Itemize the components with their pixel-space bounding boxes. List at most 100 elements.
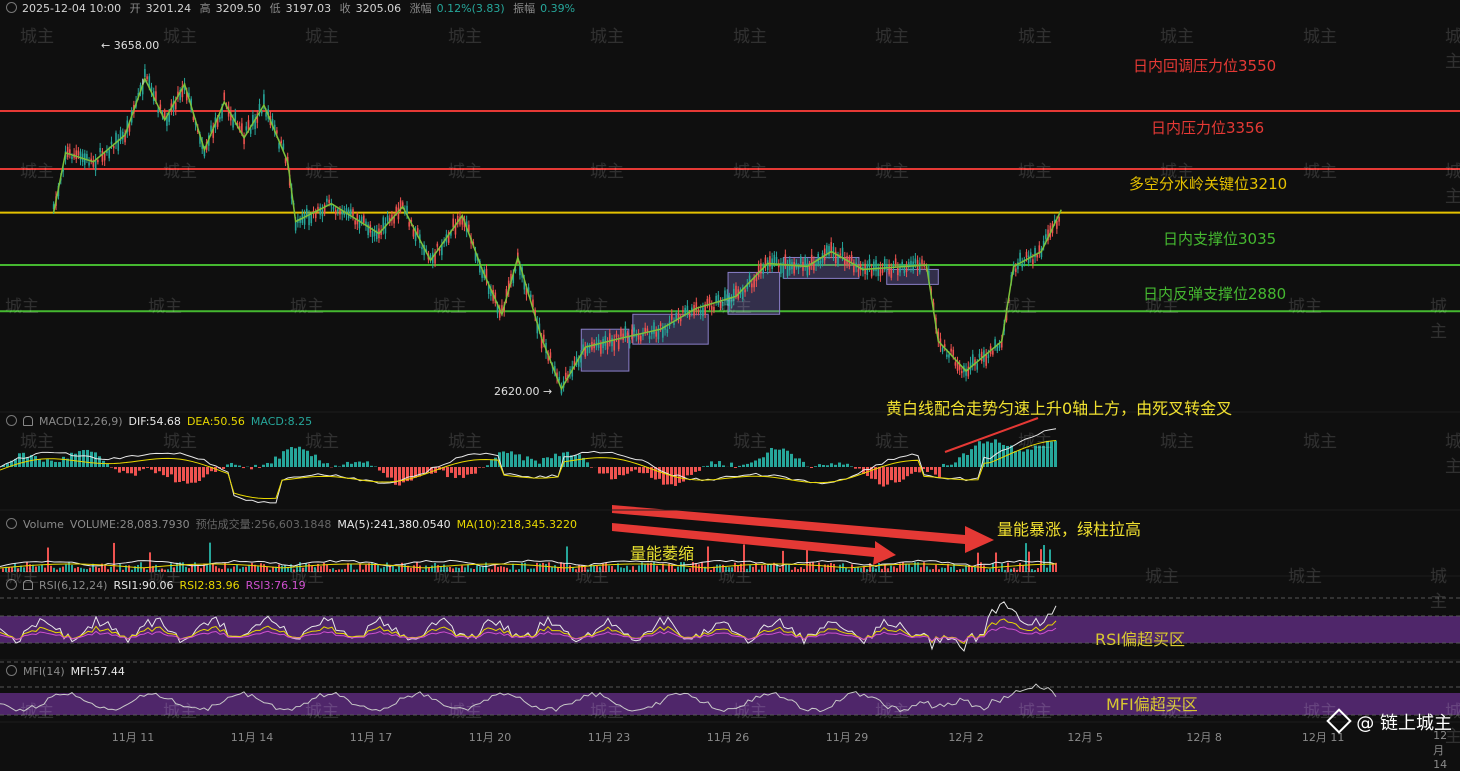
volume-bar bbox=[584, 567, 586, 572]
macd-bar bbox=[1046, 441, 1049, 467]
collapse-icon[interactable] bbox=[6, 518, 17, 529]
volume-bar bbox=[257, 566, 259, 572]
candle-body bbox=[339, 210, 341, 215]
volume-bar bbox=[221, 569, 223, 572]
macd-bar bbox=[474, 467, 477, 474]
volume-bar bbox=[251, 563, 253, 572]
volume-bar bbox=[1040, 549, 1042, 572]
candle-body bbox=[102, 151, 104, 162]
volume-bar bbox=[281, 566, 283, 572]
macd-bar bbox=[294, 448, 297, 467]
macd-bar bbox=[270, 463, 273, 467]
macd-bar bbox=[618, 467, 621, 475]
macd-bar bbox=[82, 450, 85, 467]
macd-bar bbox=[190, 467, 193, 483]
volume-name: Volume bbox=[23, 518, 64, 531]
x-tick-label: 11月 26 bbox=[707, 729, 750, 745]
volume-bar bbox=[464, 567, 466, 572]
candle-body bbox=[667, 329, 669, 333]
macd-dea: DEA:50.56 bbox=[187, 415, 245, 428]
candle-body bbox=[317, 207, 319, 210]
collapse-icon[interactable] bbox=[6, 415, 17, 426]
candle-body bbox=[75, 150, 77, 159]
macd-bar bbox=[182, 467, 185, 481]
candle-body bbox=[919, 263, 921, 273]
macd-bar bbox=[942, 464, 945, 467]
candle-body bbox=[682, 310, 684, 312]
volume-bar bbox=[155, 565, 157, 572]
volume-bar bbox=[77, 567, 79, 572]
candle-body bbox=[113, 146, 115, 148]
macd-bar bbox=[722, 465, 725, 467]
volume-bar bbox=[146, 570, 148, 572]
macd-bar bbox=[970, 449, 973, 467]
macd-bar bbox=[958, 457, 961, 467]
mfi-legend: MFI(14)MFI:57.44 bbox=[0, 665, 131, 678]
volume-bar bbox=[569, 565, 571, 572]
volume-bar bbox=[320, 566, 322, 572]
candle-body bbox=[955, 362, 957, 365]
candle-body bbox=[793, 262, 795, 273]
volume-bar bbox=[893, 566, 895, 572]
macd-bar bbox=[758, 459, 761, 467]
macd-bar bbox=[222, 467, 225, 469]
candle-body bbox=[1045, 234, 1047, 239]
volume-bar bbox=[644, 565, 646, 572]
macd-legend: MACD(12,26,9)DIF:54.68DEA:50.56MACD:8.25 bbox=[0, 415, 318, 428]
candle-body bbox=[972, 354, 974, 365]
volume-bar bbox=[113, 543, 115, 572]
candle-body bbox=[815, 264, 817, 266]
candle-body bbox=[804, 258, 806, 267]
volume-bar bbox=[941, 568, 943, 572]
collapse-icon[interactable] bbox=[6, 579, 17, 590]
macd-bar bbox=[150, 467, 153, 470]
volume-bar bbox=[731, 567, 733, 572]
candle-body bbox=[550, 352, 552, 358]
volume-bar bbox=[236, 564, 238, 572]
alert-icon[interactable] bbox=[23, 416, 33, 426]
volume-bar bbox=[734, 563, 736, 572]
candle-body bbox=[921, 259, 923, 264]
macd-bar bbox=[742, 465, 745, 467]
volume-bar bbox=[86, 569, 88, 572]
candle-body bbox=[333, 207, 335, 210]
volume-bar bbox=[503, 567, 505, 572]
candle-body bbox=[337, 209, 339, 211]
volume-bar bbox=[98, 568, 100, 572]
candle-body bbox=[530, 295, 532, 298]
volume-bar bbox=[14, 563, 16, 572]
macd-bar bbox=[146, 467, 149, 468]
volume-bar bbox=[626, 566, 628, 572]
volume-bar bbox=[107, 569, 109, 572]
volume-bar bbox=[725, 567, 727, 572]
macd-bar bbox=[258, 467, 261, 468]
alert-icon[interactable] bbox=[23, 580, 33, 590]
macd-bar bbox=[114, 467, 117, 469]
collapse-icon[interactable] bbox=[6, 665, 17, 676]
volume-bar bbox=[428, 568, 430, 572]
volume-bar bbox=[41, 564, 43, 572]
macd-bar bbox=[346, 462, 349, 467]
candle-body bbox=[387, 216, 389, 222]
macd-bar bbox=[54, 462, 57, 467]
macd-bar bbox=[750, 462, 753, 467]
macd-bar bbox=[454, 467, 457, 478]
chevron-circle-icon[interactable] bbox=[6, 2, 17, 13]
macd-bar bbox=[382, 467, 385, 473]
volume-bar bbox=[890, 566, 892, 572]
volume-bar bbox=[785, 565, 787, 572]
volume-bar bbox=[239, 569, 241, 572]
macd-bar bbox=[774, 449, 777, 467]
volume-bar bbox=[479, 567, 481, 572]
macd-bar bbox=[974, 446, 977, 467]
macd-bar bbox=[126, 467, 129, 473]
macd-bar bbox=[926, 467, 929, 472]
macd-bar bbox=[558, 456, 561, 467]
level-label-3210: 多空分水岭关键位3210 bbox=[1129, 173, 1287, 194]
macd-bar bbox=[486, 465, 489, 467]
candle-body bbox=[952, 350, 954, 356]
volume-bar bbox=[983, 565, 985, 572]
volume-bar bbox=[473, 569, 475, 572]
candle-body bbox=[631, 329, 633, 339]
macd-bar bbox=[1026, 449, 1029, 467]
